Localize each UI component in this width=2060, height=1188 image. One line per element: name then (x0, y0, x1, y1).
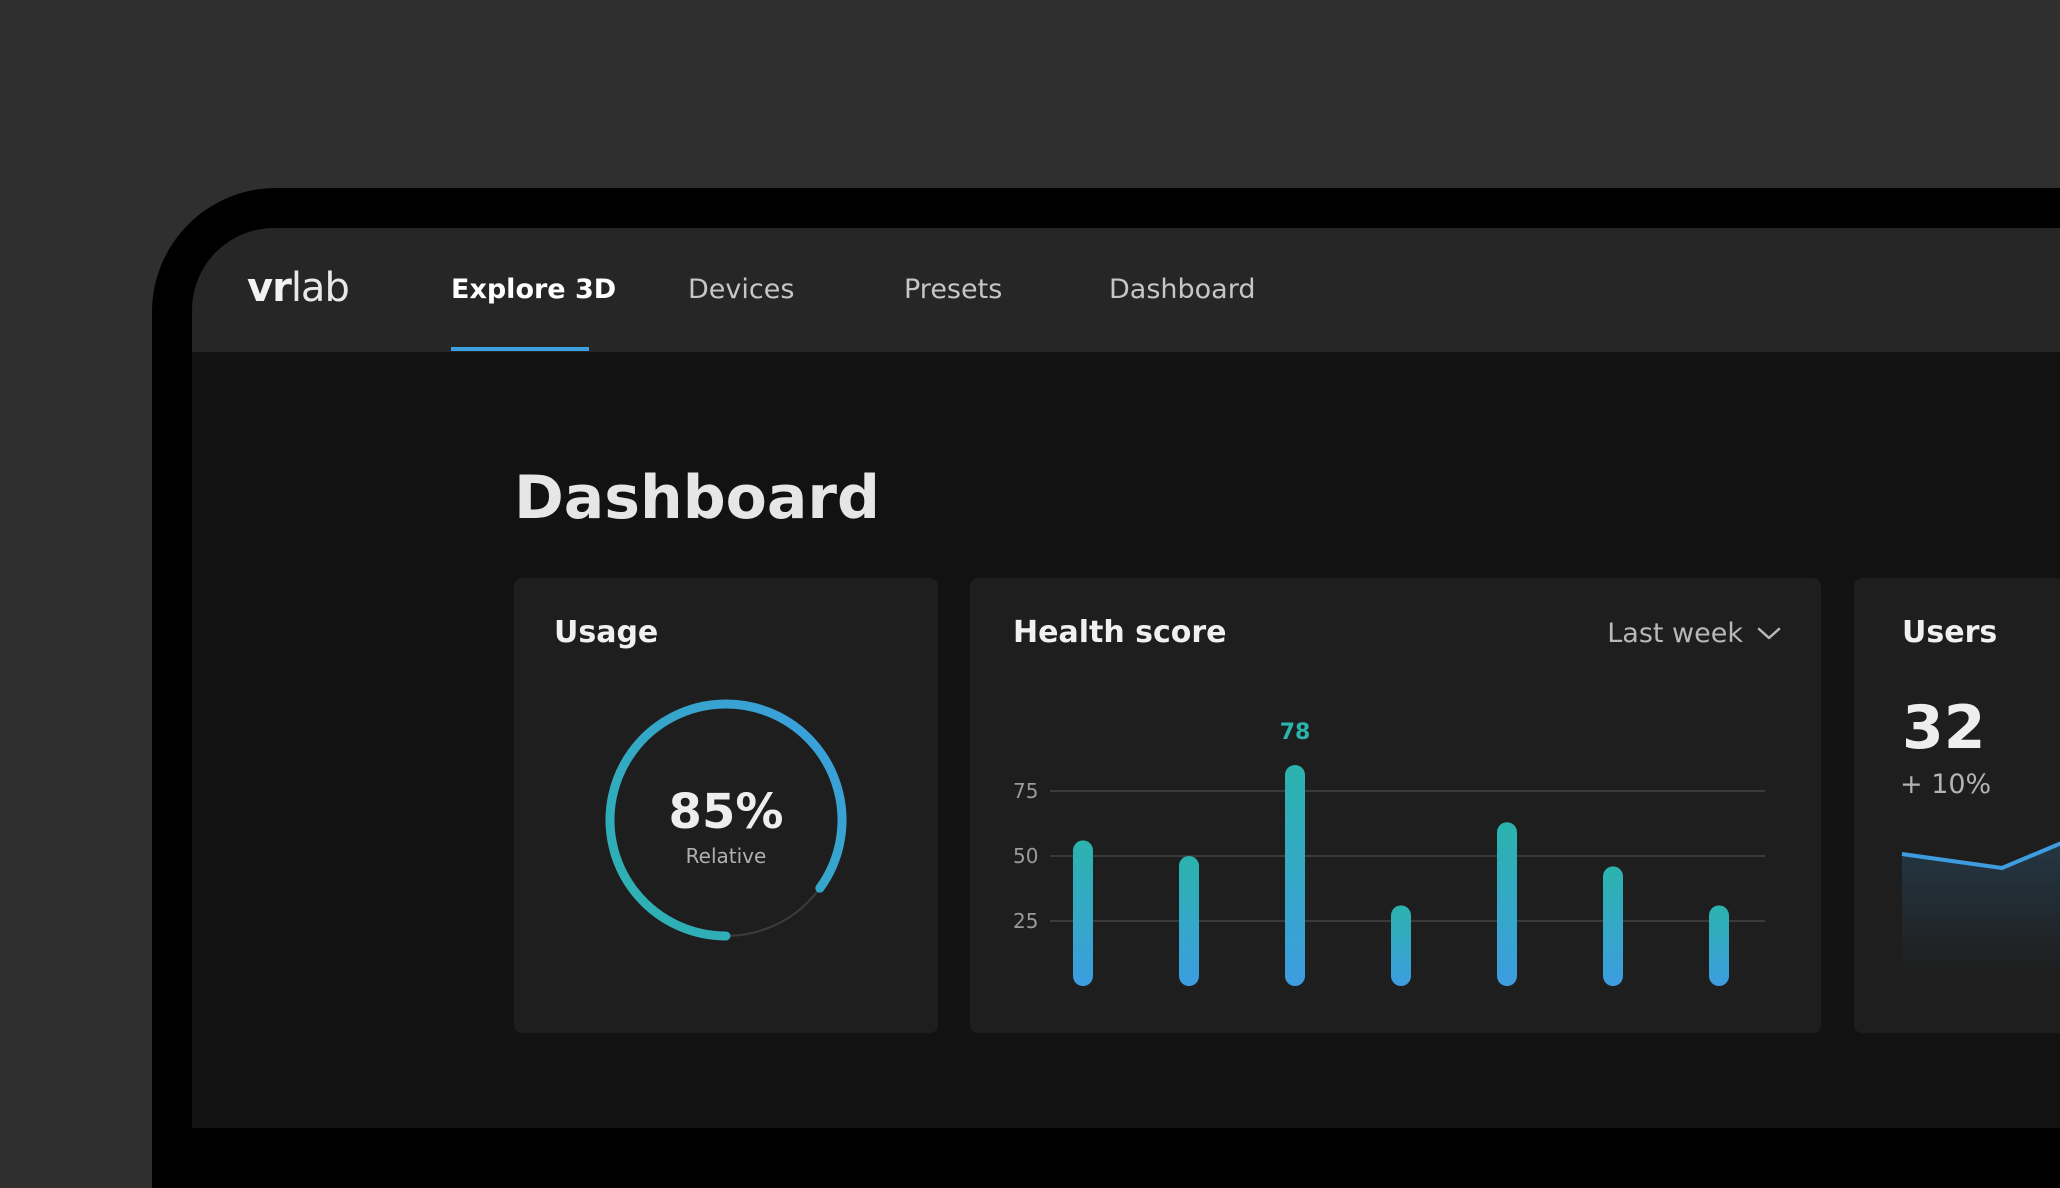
tab-presets[interactable]: Presets (904, 276, 1002, 303)
health-bar[interactable] (1497, 822, 1517, 986)
health-bar[interactable] (1603, 866, 1623, 986)
y-tick-label: 50 (1013, 844, 1038, 868)
bar-value-label: 78 (1280, 720, 1311, 745)
usage-card-title: Usage (554, 615, 659, 650)
tab-devices[interactable]: Devices (688, 276, 794, 303)
vrlab-logo[interactable]: vrlab (247, 265, 350, 311)
active-tab-indicator (451, 347, 589, 351)
health-bar[interactable] (1073, 840, 1093, 986)
health-score-card: Health score Last week 25 50 75 78 (970, 578, 1821, 1033)
tab-dashboard[interactable]: Dashboard (1109, 276, 1255, 303)
usage-card: Usage 85% Relative (514, 578, 938, 1033)
health-bar[interactable] (1709, 905, 1729, 986)
health-bar[interactable] (1285, 765, 1305, 986)
health-bar[interactable] (1179, 856, 1199, 986)
logo-light-part: lab (290, 265, 350, 311)
page-title: Dashboard (514, 463, 880, 533)
usage-caption: Relative (685, 844, 767, 868)
tab-explore-3d[interactable]: Explore 3D (451, 276, 616, 303)
users-area-fill (1902, 843, 2060, 973)
health-bar[interactable] (1391, 905, 1411, 986)
users-area-chart (1901, 841, 2060, 973)
logo-bold-part: vr (247, 265, 292, 311)
users-card: Users 32 + 10% (1854, 578, 2060, 1033)
usage-percentage: 85% (668, 784, 784, 840)
y-tick-label: 75 (1013, 779, 1038, 803)
health-score-bar-chart: 25 50 75 78 (1013, 720, 1765, 986)
app-screen: vrlab Explore 3D Devices Presets Dashboa… (192, 228, 2060, 1128)
top-navigation-bar: vrlab Explore 3D Devices Presets Dashboa… (192, 228, 2060, 352)
y-tick-label: 25 (1013, 909, 1038, 933)
